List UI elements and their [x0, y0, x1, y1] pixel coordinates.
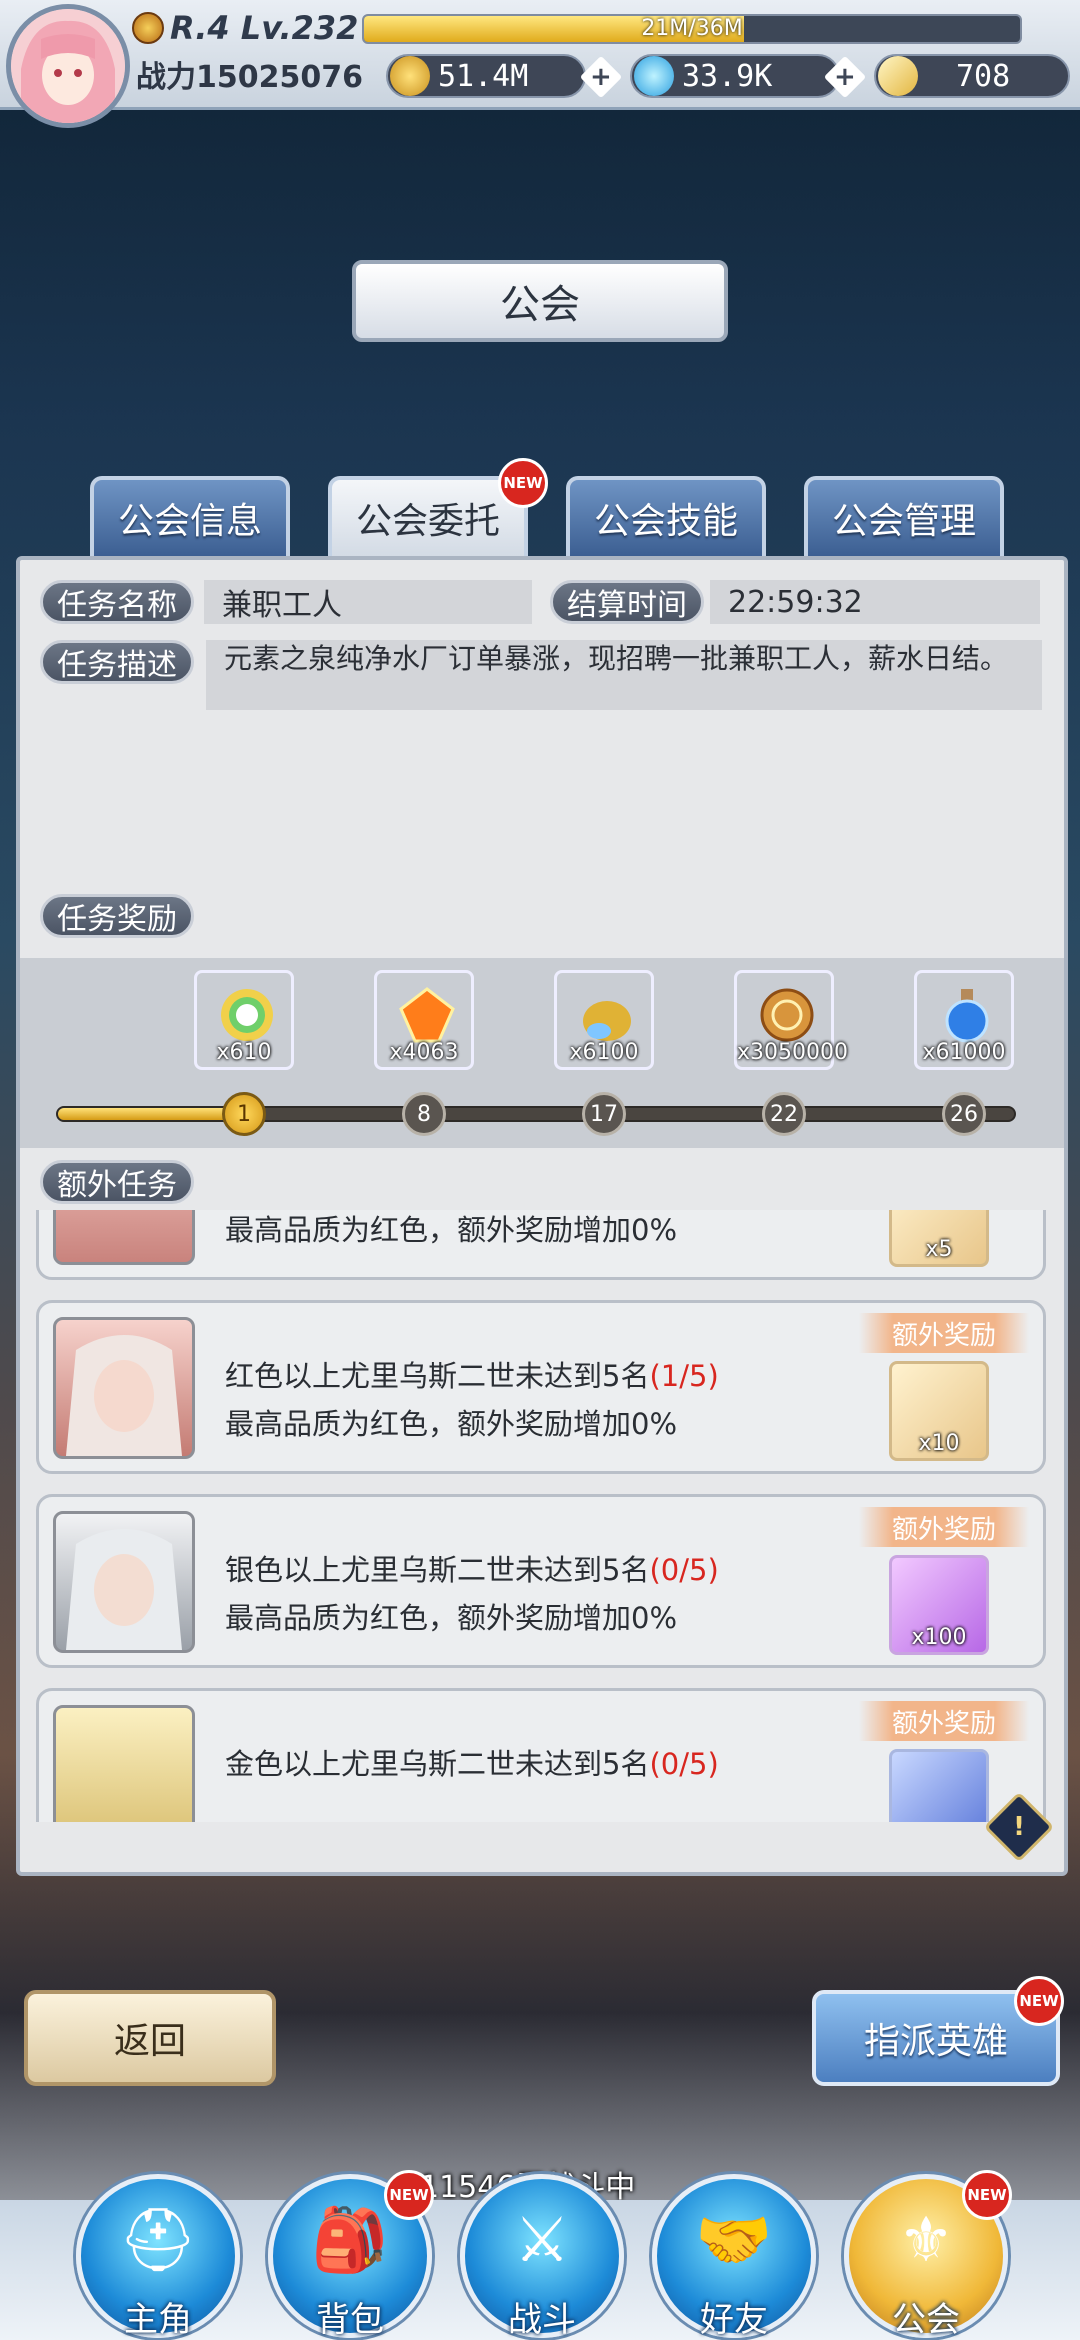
commission-panel: 任务名称 兼职工人 结算时间 22:59:32 任务描述 元素之泉纯净水厂订单暴…: [16, 556, 1068, 1876]
extra-reward-tag: 额外奖励: [859, 1313, 1029, 1353]
gold-coin-icon: [390, 56, 430, 96]
blue-potion-icon: [945, 989, 989, 1043]
tab-guild-skills[interactable]: 公会技能: [566, 476, 766, 556]
crossed-swords-icon: ⚔: [514, 2203, 570, 2276]
task-desc-value: 元素之泉纯净水厂订单暴涨，现招聘一批兼职工人，薪水日结。: [206, 640, 1042, 710]
treasure-bag-icon: [583, 1001, 631, 1041]
rainbow-orb-icon: [221, 989, 273, 1041]
extra-task-row: 最高品质为红色，额外奖励增加0% x5: [36, 1210, 1046, 1280]
orange-gem-icon: [399, 987, 455, 1043]
extra-reward-item[interactable]: [889, 1749, 989, 1822]
extra-reward-tag: 额外奖励: [859, 1507, 1029, 1547]
milestone-node: 8: [402, 1092, 446, 1136]
gold-coin-icon: [760, 988, 814, 1042]
settle-time-label: 结算时间: [550, 580, 704, 624]
tab-guild-management[interactable]: 公会管理: [804, 476, 1004, 556]
milestone-node: 26: [942, 1092, 986, 1136]
reward-item[interactable]: x4063: [374, 970, 474, 1070]
extra-reward-tag: 额外奖励: [859, 1701, 1029, 1741]
extra-task-row: 红色以上尤里乌斯二世未达到5名(1/5) 最高品质为红色，额外奖励增加0% 额外…: [36, 1300, 1046, 1474]
reward-item[interactable]: x6100: [554, 970, 654, 1070]
player-avatar[interactable]: [6, 4, 130, 128]
diamond-counter: 33.9K: [630, 54, 840, 98]
tab-new-badge: NEW: [498, 458, 548, 508]
gold-counter: 51.4M: [386, 54, 586, 98]
crystal-counter: 708: [874, 54, 1070, 98]
extra-task-list[interactable]: 最高品质为红色，额外奖励增加0% x5 红色以上尤里乌斯二世未达到5名(1/5)…: [20, 1210, 1064, 1822]
reward-progress-track: [56, 1106, 1016, 1122]
milestone-node: 17: [582, 1092, 626, 1136]
extra-task-row: 银色以上尤里乌斯二世未达到5名(0/5) 最高品质为红色，额外奖励增加0% 额外…: [36, 1494, 1046, 1668]
extra-task-row: 金色以上尤里乌斯二世未达到5名(0/5) 额外奖励: [36, 1688, 1046, 1822]
hero-portrait: [53, 1705, 195, 1822]
nav-backpack-new-badge: NEW: [384, 2170, 434, 2220]
rank-level: R.4 Lv.232: [170, 9, 359, 47]
diamond-icon: [634, 56, 674, 96]
hero-portrait: [53, 1210, 195, 1265]
reward-strip: x610 x4063 x6100 x3050000 x61000 1 8 17 …: [20, 958, 1064, 1148]
exclamation-icon: !: [1013, 1812, 1025, 1842]
milestone-node: 22: [762, 1092, 806, 1136]
milestone-node: 1: [222, 1092, 266, 1136]
extra-reward-item[interactable]: x10: [889, 1361, 989, 1461]
helmet-icon: ⛑: [118, 2203, 198, 2276]
hero-portrait: [53, 1317, 195, 1459]
handshake-icon: 🤝: [695, 2203, 773, 2276]
assign-new-badge: NEW: [1014, 1976, 1064, 2026]
nav-guild-new-badge: NEW: [962, 2170, 1012, 2220]
extra-task-label: 额外任务: [40, 1160, 194, 1204]
hero-portrait: [53, 1511, 195, 1653]
exp-bar: 21M/36M: [362, 14, 1022, 44]
reward-item[interactable]: x3050000: [734, 970, 848, 1070]
task-name-label: 任务名称: [40, 580, 194, 624]
back-button[interactable]: 返回: [24, 1990, 276, 2086]
combat-power: 战力15025076: [136, 60, 363, 95]
rank-badge-icon: [132, 12, 164, 44]
extra-reward-item[interactable]: x100: [889, 1555, 989, 1655]
crystal-icon: [878, 56, 918, 96]
exp-text: 21M/36M: [641, 16, 743, 41]
tab-guild-info[interactable]: 公会信息: [90, 476, 290, 556]
reward-label: 任务奖励: [40, 894, 194, 938]
settle-time-value: 22:59:32: [710, 580, 1040, 624]
task-desc-label: 任务描述: [40, 640, 194, 684]
extra-reward-item[interactable]: x5: [889, 1210, 989, 1267]
reward-item[interactable]: x610: [194, 970, 294, 1070]
page-title: 公会: [352, 260, 728, 342]
reward-item[interactable]: x61000: [914, 970, 1014, 1070]
task-name-value: 兼职工人: [204, 580, 532, 624]
